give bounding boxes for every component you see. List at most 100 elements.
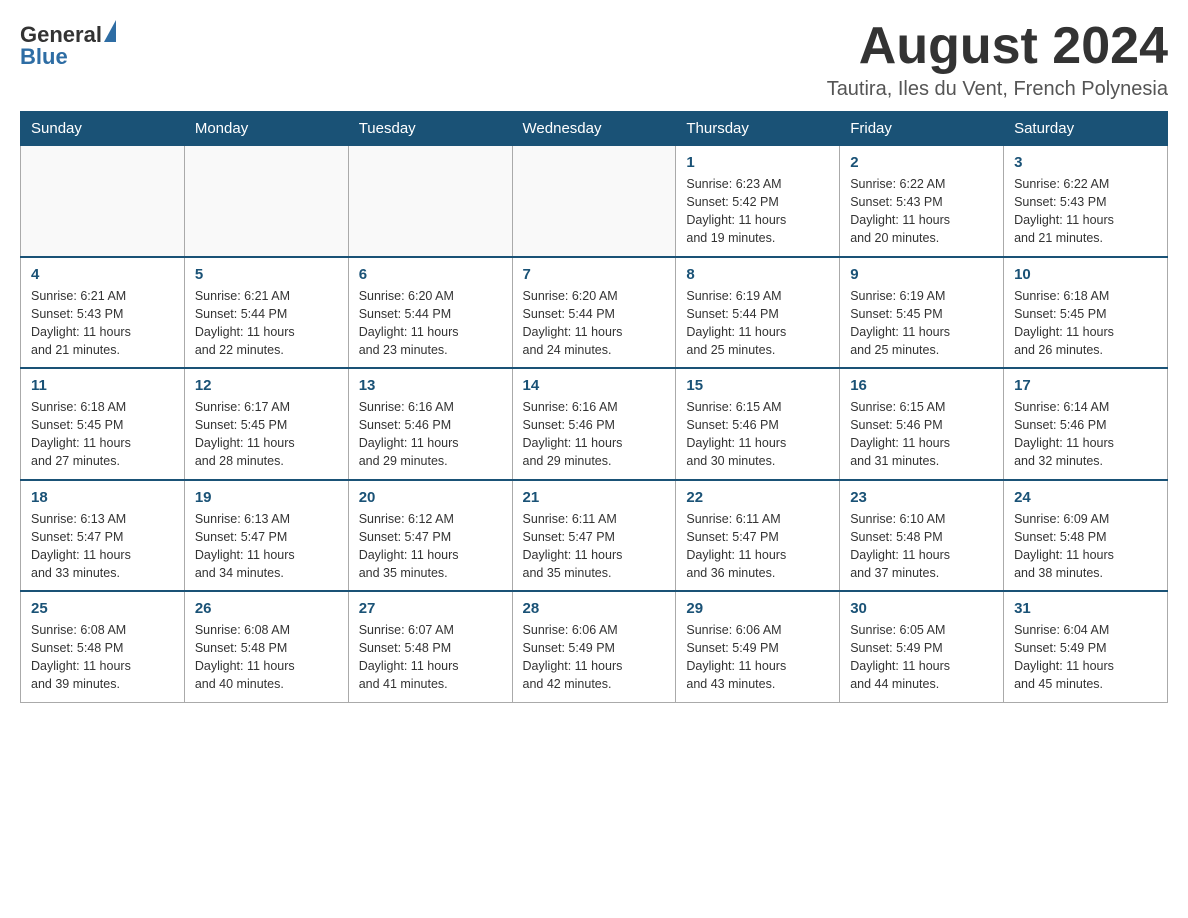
day-number: 20: [359, 489, 502, 506]
day-number: 8: [686, 266, 829, 283]
calendar-cell: 14Sunrise: 6:16 AM Sunset: 5:46 PM Dayli…: [512, 368, 676, 480]
day-info: Sunrise: 6:06 AM Sunset: 5:49 PM Dayligh…: [686, 621, 829, 694]
location-title: Tautira, Iles du Vent, French Polynesia: [827, 78, 1168, 101]
day-number: 29: [686, 600, 829, 617]
day-number: 18: [31, 489, 174, 506]
day-info: Sunrise: 6:19 AM Sunset: 5:45 PM Dayligh…: [850, 287, 993, 360]
day-info: Sunrise: 6:15 AM Sunset: 5:46 PM Dayligh…: [850, 398, 993, 471]
day-info: Sunrise: 6:14 AM Sunset: 5:46 PM Dayligh…: [1014, 398, 1157, 471]
calendar-week-row: 25 Sunrise: 6:08 AM Sunset: 5:48 PM Dayli…: [21, 591, 1168, 702]
calendar-cell: [512, 146, 676, 257]
calendar-cell: 24 Sunrise: 6:09 AM Sunset: 5:48 PM Dayli…: [1004, 480, 1168, 592]
day-number: 6: [359, 266, 502, 283]
day-info: Sunrise: 6:18 AM Sunset: 5:45 PM Dayligh…: [1014, 287, 1157, 360]
calendar-cell: 25 Sunrise: 6:08 AM Sunset: 5:48 PM Dayli…: [21, 591, 185, 702]
day-info: Sunrise: 6:22 AM Sunset: 5:43 PM Dayligh…: [1014, 175, 1157, 248]
page-header: General Blue August 2024 Tautira, Iles d…: [20, 20, 1168, 101]
day-number: 4: [31, 266, 174, 283]
calendar-cell: 30 Sunrise: 6:05 AM Sunset: 5:49 PM Dayli…: [840, 591, 1004, 702]
title-section: August 2024 Tautira, Iles du Vent, Frenc…: [827, 20, 1168, 101]
day-number: 1: [686, 154, 829, 171]
day-number: 2: [850, 154, 993, 171]
day-number: 11: [31, 377, 174, 394]
calendar-cell: 9 Sunrise: 6:19 AM Sunset: 5:45 PM Daylig…: [840, 257, 1004, 369]
calendar-week-row: 11 Sunrise: 6:18 AM Sunset: 5:45 PM Dayli…: [21, 368, 1168, 480]
calendar-cell: 23Sunrise: 6:10 AM Sunset: 5:48 PM Dayli…: [840, 480, 1004, 592]
calendar-cell: 16 Sunrise: 6:15 AM Sunset: 5:46 PM Dayli…: [840, 368, 1004, 480]
day-number: 27: [359, 600, 502, 617]
day-info: Sunrise: 6:21 AM Sunset: 5:43 PM Dayligh…: [31, 287, 174, 360]
day-number: 16: [850, 377, 993, 394]
day-info: Sunrise: 6:19 AM Sunset: 5:44 PM Dayligh…: [686, 287, 829, 360]
day-number: 14: [523, 377, 666, 394]
day-of-week-header: Wednesday: [512, 112, 676, 146]
calendar-cell: [348, 146, 512, 257]
day-of-week-header: Sunday: [21, 112, 185, 146]
calendar-cell: 1 Sunrise: 6:23 AM Sunset: 5:42 PM Daylig…: [676, 146, 840, 257]
day-number: 13: [359, 377, 502, 394]
day-number: 26: [195, 600, 338, 617]
calendar-cell: 21Sunrise: 6:11 AM Sunset: 5:47 PM Dayli…: [512, 480, 676, 592]
day-info: Sunrise: 6:11 AM Sunset: 5:47 PM Dayligh…: [523, 510, 666, 583]
day-info: Sunrise: 6:20 AM Sunset: 5:44 PM Dayligh…: [523, 287, 666, 360]
day-number: 25: [31, 600, 174, 617]
calendar-cell: 10Sunrise: 6:18 AM Sunset: 5:45 PM Dayli…: [1004, 257, 1168, 369]
day-info: Sunrise: 6:09 AM Sunset: 5:48 PM Dayligh…: [1014, 510, 1157, 583]
calendar-cell: 3 Sunrise: 6:22 AM Sunset: 5:43 PM Daylig…: [1004, 146, 1168, 257]
calendar-cell: 20 Sunrise: 6:12 AM Sunset: 5:47 PM Dayli…: [348, 480, 512, 592]
day-info: Sunrise: 6:13 AM Sunset: 5:47 PM Dayligh…: [31, 510, 174, 583]
day-number: 31: [1014, 600, 1157, 617]
day-info: Sunrise: 6:10 AM Sunset: 5:48 PM Dayligh…: [850, 510, 993, 583]
calendar-cell: 19 Sunrise: 6:13 AM Sunset: 5:47 PM Dayli…: [184, 480, 348, 592]
day-info: Sunrise: 6:08 AM Sunset: 5:48 PM Dayligh…: [31, 621, 174, 694]
day-number: 12: [195, 377, 338, 394]
day-info: Sunrise: 6:23 AM Sunset: 5:42 PM Dayligh…: [686, 175, 829, 248]
calendar-cell: 6Sunrise: 6:20 AM Sunset: 5:44 PM Daylig…: [348, 257, 512, 369]
day-info: Sunrise: 6:06 AM Sunset: 5:49 PM Dayligh…: [523, 621, 666, 694]
calendar-cell: 26 Sunrise: 6:08 AM Sunset: 5:48 PM Dayli…: [184, 591, 348, 702]
calendar-cell: 28 Sunrise: 6:06 AM Sunset: 5:49 PM Dayli…: [512, 591, 676, 702]
day-info: Sunrise: 6:22 AM Sunset: 5:43 PM Dayligh…: [850, 175, 993, 248]
month-title: August 2024: [827, 20, 1168, 72]
day-info: Sunrise: 6:05 AM Sunset: 5:49 PM Dayligh…: [850, 621, 993, 694]
calendar-cell: 2 Sunrise: 6:22 AM Sunset: 5:43 PM Daylig…: [840, 146, 1004, 257]
day-number: 30: [850, 600, 993, 617]
calendar-cell: 27 Sunrise: 6:07 AM Sunset: 5:48 PM Dayli…: [348, 591, 512, 702]
calendar-table: SundayMondayTuesdayWednesdayThursdayFrid…: [20, 111, 1168, 703]
calendar-cell: 22Sunrise: 6:11 AM Sunset: 5:47 PM Dayli…: [676, 480, 840, 592]
calendar-cell: 31 Sunrise: 6:04 AM Sunset: 5:49 PM Dayli…: [1004, 591, 1168, 702]
day-number: 3: [1014, 154, 1157, 171]
day-number: 9: [850, 266, 993, 283]
calendar-cell: 5 Sunrise: 6:21 AM Sunset: 5:44 PM Daylig…: [184, 257, 348, 369]
day-info: Sunrise: 6:04 AM Sunset: 5:49 PM Dayligh…: [1014, 621, 1157, 694]
calendar-header-row: SundayMondayTuesdayWednesdayThursdayFrid…: [21, 112, 1168, 146]
day-number: 7: [523, 266, 666, 283]
day-info: Sunrise: 6:11 AM Sunset: 5:47 PM Dayligh…: [686, 510, 829, 583]
day-number: 28: [523, 600, 666, 617]
calendar-cell: 18 Sunrise: 6:13 AM Sunset: 5:47 PM Dayli…: [21, 480, 185, 592]
day-of-week-header: Thursday: [676, 112, 840, 146]
calendar-week-row: 18 Sunrise: 6:13 AM Sunset: 5:47 PM Dayli…: [21, 480, 1168, 592]
day-number: 19: [195, 489, 338, 506]
calendar-cell: 17 Sunrise: 6:14 AM Sunset: 5:46 PM Dayli…: [1004, 368, 1168, 480]
day-info: Sunrise: 6:12 AM Sunset: 5:47 PM Dayligh…: [359, 510, 502, 583]
day-number: 15: [686, 377, 829, 394]
logo-blue-text: Blue: [20, 44, 116, 70]
day-number: 5: [195, 266, 338, 283]
day-info: Sunrise: 6:17 AM Sunset: 5:45 PM Dayligh…: [195, 398, 338, 471]
calendar-cell: [184, 146, 348, 257]
day-number: 17: [1014, 377, 1157, 394]
logo: General Blue: [20, 20, 116, 70]
day-of-week-header: Friday: [840, 112, 1004, 146]
day-of-week-header: Tuesday: [348, 112, 512, 146]
day-info: Sunrise: 6:18 AM Sunset: 5:45 PM Dayligh…: [31, 398, 174, 471]
day-info: Sunrise: 6:08 AM Sunset: 5:48 PM Dayligh…: [195, 621, 338, 694]
calendar-cell: 11 Sunrise: 6:18 AM Sunset: 5:45 PM Dayli…: [21, 368, 185, 480]
calendar-cell: 8 Sunrise: 6:19 AM Sunset: 5:44 PM Daylig…: [676, 257, 840, 369]
day-info: Sunrise: 6:13 AM Sunset: 5:47 PM Dayligh…: [195, 510, 338, 583]
day-info: Sunrise: 6:21 AM Sunset: 5:44 PM Dayligh…: [195, 287, 338, 360]
day-number: 24: [1014, 489, 1157, 506]
day-info: Sunrise: 6:16 AM Sunset: 5:46 PM Dayligh…: [359, 398, 502, 471]
day-info: Sunrise: 6:07 AM Sunset: 5:48 PM Dayligh…: [359, 621, 502, 694]
calendar-cell: 13 Sunrise: 6:16 AM Sunset: 5:46 PM Dayli…: [348, 368, 512, 480]
